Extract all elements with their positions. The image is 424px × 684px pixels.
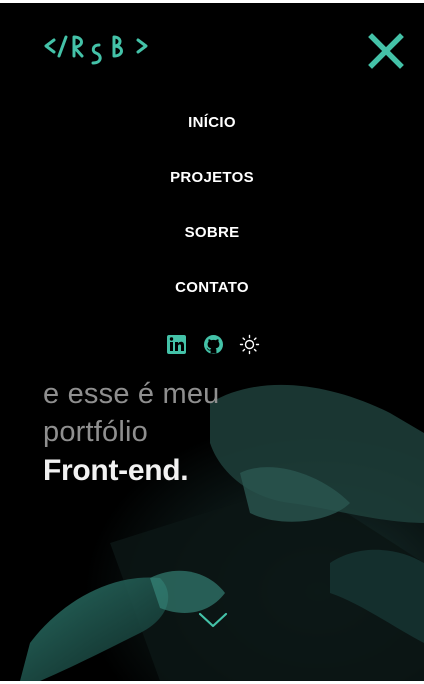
nav-link-sobre[interactable]: SOBRE: [0, 213, 424, 268]
mobile-menu-overlay: INÍCIO PROJETOS SOBRE CONTATO e esse é m…: [0, 3, 424, 681]
close-icon: [368, 33, 404, 69]
hero-line-1: e esse é meu: [43, 378, 220, 410]
hero-line-2: portfólio: [43, 416, 148, 448]
sun-icon[interactable]: [239, 334, 260, 355]
nav-link-contato[interactable]: CONTATO: [0, 268, 424, 323]
social-links: [166, 333, 260, 355]
close-menu-button[interactable]: [366, 31, 406, 71]
scroll-down-button[interactable]: [198, 610, 228, 630]
hero-headline: e esse é meu portfólio Front-end.: [43, 375, 403, 491]
github-icon[interactable]: [203, 334, 224, 355]
menu-nav: INÍCIO PROJETOS SOBRE CONTATO: [0, 103, 424, 323]
hero-line-3: Front-end.: [43, 454, 189, 487]
nav-link-inicio[interactable]: INÍCIO: [0, 103, 424, 158]
brand-logo[interactable]: [44, 33, 150, 71]
chevron-down-icon: [198, 612, 228, 628]
nav-link-projetos[interactable]: PROJETOS: [0, 158, 424, 213]
linkedin-icon[interactable]: [166, 334, 187, 355]
